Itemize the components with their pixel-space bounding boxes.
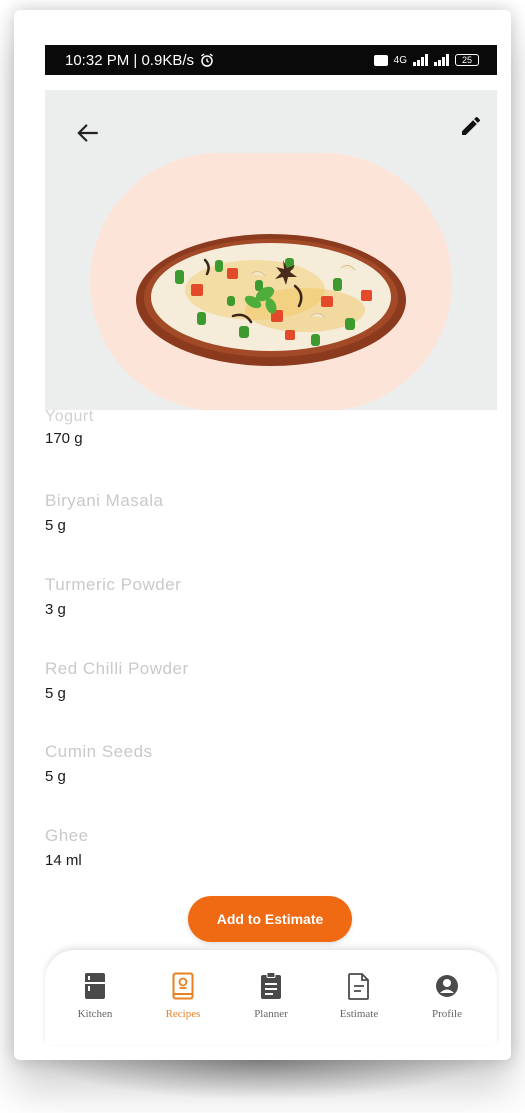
ingredient-item: Turmeric Powder 3 g bbox=[45, 575, 181, 618]
clipboard-icon bbox=[261, 972, 281, 999]
recipe-book-icon bbox=[172, 972, 194, 1000]
status-right: 4G 25 bbox=[373, 54, 479, 66]
status-bar: 10:32 PM | 0.9KB/s 4G 25 bbox=[45, 45, 497, 75]
status-left: 10:32 PM | 0.9KB/s bbox=[65, 52, 214, 69]
ingredient-quantity: 5 g bbox=[45, 768, 66, 785]
recipe-hero bbox=[45, 90, 497, 410]
ingredient-name: Ghee bbox=[45, 826, 89, 845]
document-icon bbox=[348, 973, 369, 1000]
pencil-icon[interactable] bbox=[459, 114, 483, 138]
signal-icon-2 bbox=[434, 54, 449, 66]
ingredient-quantity: 5 g bbox=[45, 517, 66, 534]
ingredient-item: Biryani Masala 5 g bbox=[45, 491, 164, 534]
ingredient-name: Biryani Masala bbox=[45, 491, 164, 510]
ingredient-item: Red Chilli Powder 5 g bbox=[45, 659, 189, 702]
drop-shadow bbox=[40, 1060, 485, 1100]
ingredient-item: Ghee 14 ml bbox=[45, 826, 89, 869]
ingredient-name: Red Chilli Powder bbox=[45, 659, 189, 678]
ingredient-quantity: 170 g bbox=[45, 430, 83, 447]
network-type: 4G bbox=[393, 54, 407, 66]
status-time: 10:32 PM bbox=[65, 51, 130, 69]
status-speed: 0.9KB/s bbox=[141, 51, 194, 69]
ingredient-quantity: 3 g bbox=[45, 601, 66, 618]
arrow-left-icon[interactable] bbox=[75, 120, 101, 146]
ingredient-quantity: 5 g bbox=[45, 685, 66, 702]
ingredient-name: Cumin Seeds bbox=[45, 742, 153, 761]
nav-label: Profile bbox=[432, 1008, 462, 1020]
nav-item-estimate[interactable]: Estimate bbox=[319, 972, 399, 1045]
biryani-dish-image bbox=[136, 234, 406, 366]
nav-item-kitchen[interactable]: Kitchen bbox=[55, 972, 135, 1045]
ingredient-quantity: 14 ml bbox=[45, 852, 82, 869]
ingredient-name: Yogurt bbox=[45, 408, 94, 425]
sim-icon bbox=[373, 54, 388, 66]
fridge-icon bbox=[85, 973, 105, 999]
alarm-icon bbox=[201, 52, 214, 67]
signal-icon bbox=[413, 54, 428, 66]
user-circle-icon bbox=[436, 975, 458, 997]
add-to-estimate-button[interactable]: Add to Estimate bbox=[188, 896, 352, 942]
battery-icon: 25 bbox=[455, 54, 479, 66]
nav-item-planner[interactable]: Planner bbox=[231, 972, 311, 1045]
ingredient-name: Turmeric Powder bbox=[45, 575, 182, 594]
ingredient-item: Cumin Seeds 5 g bbox=[45, 742, 153, 785]
nav-label: Recipes bbox=[165, 1008, 201, 1020]
nav-label: Estimate bbox=[339, 1008, 379, 1020]
battery-level: 25 bbox=[461, 54, 472, 65]
nav-item-profile[interactable]: Profile bbox=[407, 972, 487, 1045]
nav-item-recipes[interactable]: Recipes bbox=[143, 972, 223, 1045]
ingredient-item: Yogurt 170 g bbox=[45, 408, 94, 447]
bottom-nav: Kitchen Recipes Planner Estimate Profile bbox=[45, 950, 497, 1045]
nav-label: Planner bbox=[254, 1008, 288, 1020]
nav-label: Kitchen bbox=[77, 1008, 113, 1020]
